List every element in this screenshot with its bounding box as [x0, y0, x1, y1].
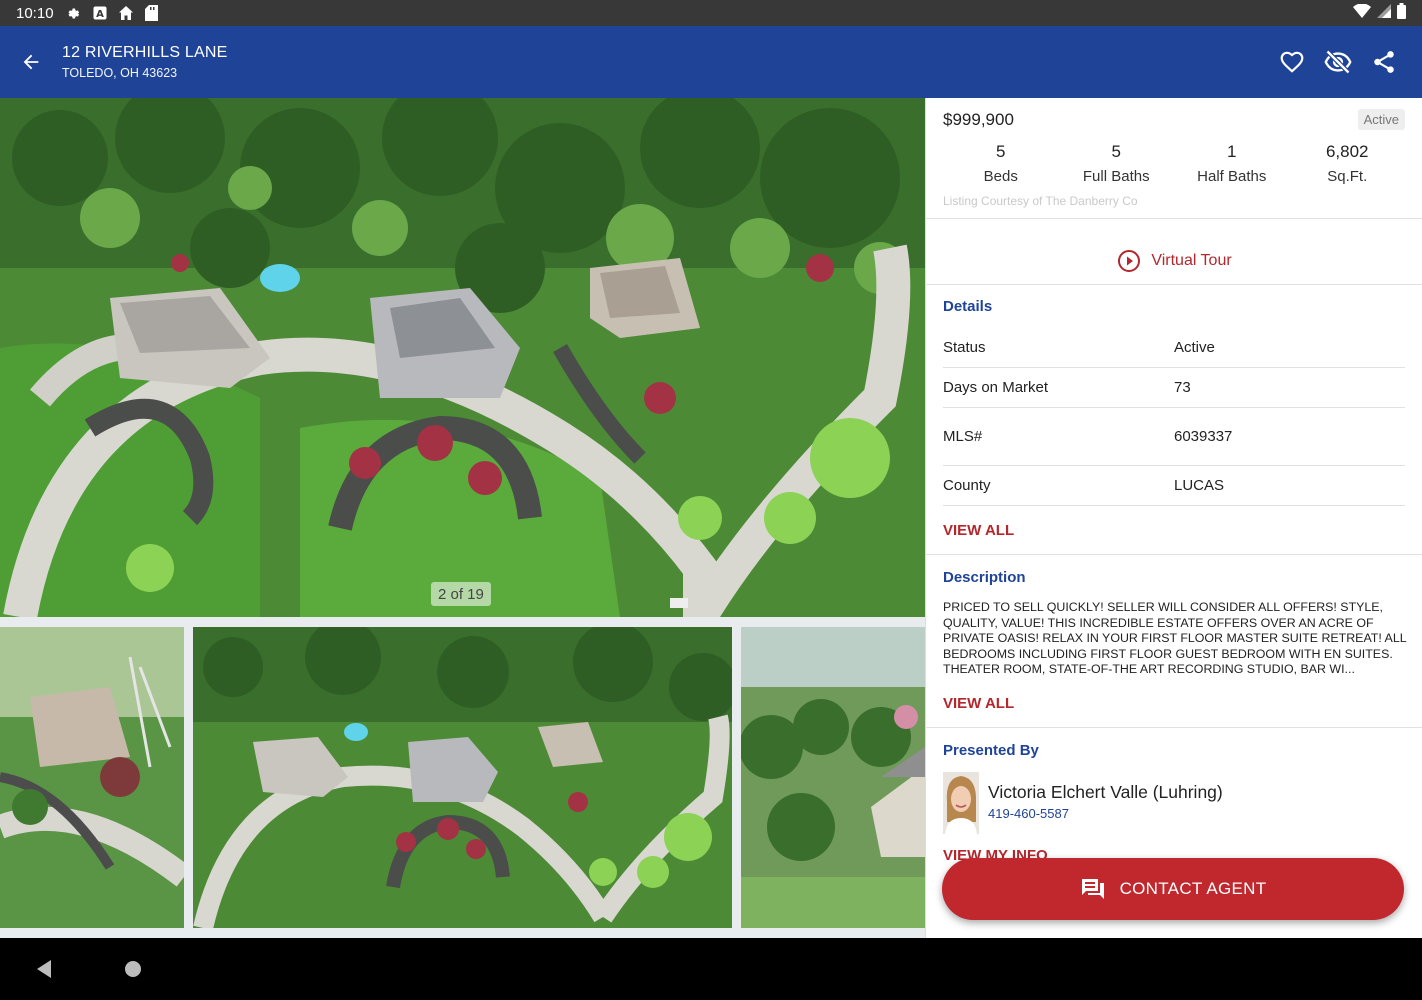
circle-home-icon — [125, 961, 141, 977]
description-title: Description — [943, 569, 1026, 586]
chat-icon — [1081, 879, 1104, 899]
agent-name: Victoria Elchert Valle (Luhring) — [988, 782, 1223, 802]
stat-half-baths: 1 Half Baths — [1174, 142, 1290, 185]
system-nav-bar — [0, 938, 1422, 1000]
virtual-tour-label: Virtual Tour — [1151, 252, 1232, 269]
stat-label: Full Baths — [1082, 168, 1150, 185]
hide-icon — [1324, 49, 1352, 75]
stat-label: Beds — [983, 168, 1018, 185]
detail-key: Status — [943, 339, 986, 356]
nav-home-button[interactable] — [120, 956, 146, 982]
divider — [926, 218, 1422, 219]
divider — [926, 554, 1422, 555]
description-text: PRICED TO SELL QUICKLY! SELLER WILL CONS… — [943, 600, 1407, 677]
divider — [943, 367, 1405, 368]
stat-value: 6,802 — [1325, 142, 1369, 161]
status-bar: 10:10 A — [0, 0, 1422, 26]
detail-value: LUCAS — [1174, 477, 1225, 494]
detail-key: Days on Market — [943, 379, 1049, 396]
divider — [943, 465, 1405, 466]
nav-back-button[interactable] — [31, 956, 57, 982]
photo-counter: 2 of 19 — [431, 582, 491, 606]
wifi-icon — [1353, 3, 1371, 22]
divider — [926, 727, 1422, 728]
details-view-all-link[interactable]: VIEW ALL — [943, 522, 1014, 539]
details-title: Details — [943, 298, 993, 315]
gear-icon — [66, 5, 82, 21]
triangle-back-icon — [37, 960, 51, 978]
stat-label: Sq.Ft. — [1327, 168, 1368, 185]
agent-phone-link[interactable]: 419-460-5587 — [988, 806, 1069, 821]
share-icon — [1374, 51, 1394, 73]
agent-card[interactable]: Victoria Elchert Valle (Luhring) 419-460… — [943, 770, 1405, 834]
thumbnail-photo-selected[interactable] — [193, 627, 732, 928]
listing-courtesy: Listing Courtesy of The Danberry Co — [943, 194, 1138, 208]
description-view-all-link[interactable]: VIEW ALL — [943, 695, 1014, 712]
thumbnail-strip[interactable] — [0, 627, 925, 928]
svg-text:A: A — [96, 9, 104, 20]
main-photo[interactable]: 2 of 19 — [0, 98, 925, 617]
divider — [926, 284, 1422, 285]
stat-beds: 5 Beds — [943, 142, 1059, 185]
status-badge: Active — [1357, 109, 1405, 130]
contact-agent-label: CONTACT AGENT — [1119, 879, 1267, 898]
signal-icon — [1377, 4, 1391, 22]
battery-icon — [1397, 3, 1406, 23]
app-bar: 12 RIVERHILLS LANE TOLEDO, OH 43623 — [0, 26, 1422, 98]
address-subtitle: TOLEDO, OH 43623 — [62, 66, 178, 80]
arrow-back-icon — [23, 54, 39, 70]
detail-key: MLS# — [943, 428, 983, 445]
presented-by-title: Presented By — [943, 742, 1039, 759]
a-box-icon: A — [92, 5, 108, 21]
thumbnail-photo[interactable] — [741, 627, 925, 928]
stat-value: 5 — [1111, 142, 1121, 161]
hide-button[interactable] — [1322, 46, 1354, 78]
detail-key: County — [943, 477, 991, 494]
stat-label: Half Baths — [1197, 168, 1267, 185]
stat-value: 5 — [996, 142, 1006, 161]
detail-value: 6039337 — [1174, 428, 1233, 445]
virtual-tour-button[interactable]: Virtual Tour — [926, 248, 1422, 274]
detail-value: Active — [1174, 339, 1215, 356]
status-time: 10:10 — [16, 4, 54, 22]
detail-value: 73 — [1174, 379, 1191, 396]
contact-agent-button[interactable]: CONTACT AGENT — [942, 858, 1404, 920]
thumbnail-photo[interactable] — [0, 627, 184, 928]
sd-card-icon — [144, 5, 160, 21]
home-icon — [118, 5, 134, 21]
listing-stats: 5 Beds 5 Full Baths 1 Half Baths 6,802 S… — [943, 142, 1405, 185]
divider — [943, 505, 1405, 506]
listing-price: $999,900 — [943, 110, 1014, 129]
photo-gallery[interactable]: 2 of 19 — [0, 98, 925, 938]
play-circle-icon — [1118, 250, 1141, 272]
favorite-icon — [1280, 51, 1304, 73]
back-button[interactable] — [0, 26, 62, 98]
agent-avatar — [943, 772, 979, 834]
stat-full-baths: 5 Full Baths — [1059, 142, 1175, 185]
address-title: 12 RIVERHILLS LANE — [62, 44, 228, 61]
divider — [943, 407, 1405, 408]
listing-detail-panel[interactable]: $999,900 Active 5 Beds 5 Full Baths 1 Ha… — [925, 98, 1422, 938]
stat-value: 1 — [1227, 142, 1237, 161]
stat-sqft: 6,802 Sq.Ft. — [1290, 142, 1406, 185]
share-button[interactable] — [1368, 46, 1400, 78]
favorite-button[interactable] — [1276, 46, 1308, 78]
